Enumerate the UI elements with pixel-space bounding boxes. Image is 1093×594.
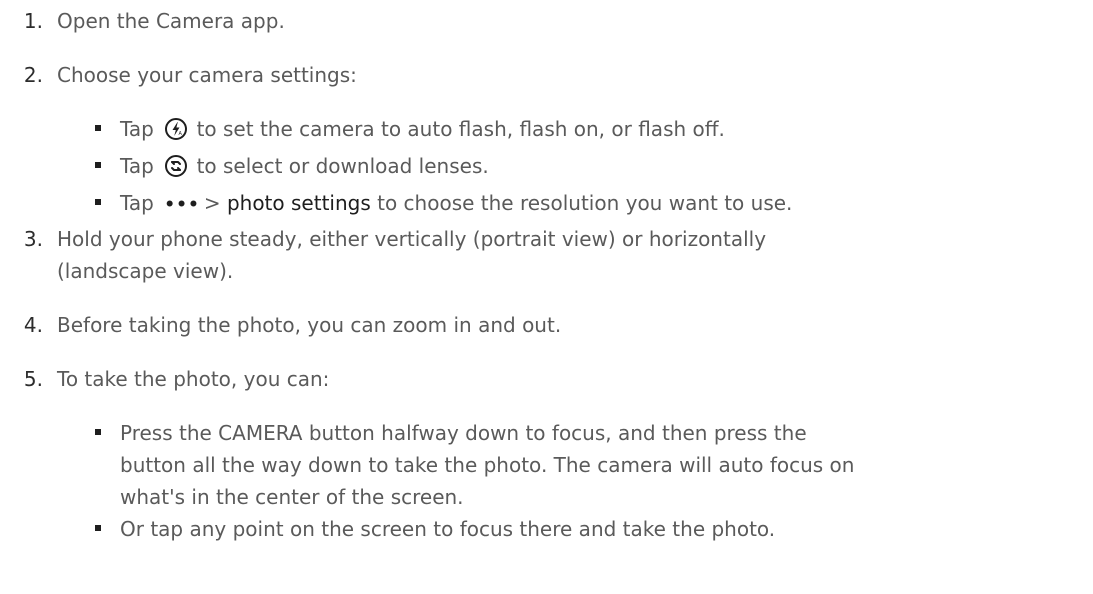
step-text: To take the photo, you can:	[57, 367, 330, 391]
sub-item-camera-button: Press the CAMERA button halfway down to …	[0, 417, 1093, 513]
step-number: 1.	[23, 9, 43, 33]
step-number: 5.	[23, 367, 43, 391]
step-text: Open the Camera app.	[57, 9, 285, 33]
step-1: 1. Open the Camera app.	[0, 5, 1093, 37]
photo-settings-label: photo settings	[226, 191, 371, 215]
bullet-icon	[95, 125, 101, 131]
step-4: 4. Before taking the photo, you can zoom…	[0, 309, 1093, 341]
step-number: 3.	[23, 227, 43, 251]
sub-item-flash: Tap A to set the camera to auto flash, f…	[0, 113, 1093, 150]
step-text-line-2: (landscape view).	[57, 259, 234, 283]
step-2-sublist: Tap A to set the camera to auto flash, f…	[0, 113, 1093, 221]
sub-item-tap-screen: Or tap any point on the screen to focus …	[0, 513, 1093, 545]
step-5-sublist: Press the CAMERA button halfway down to …	[0, 417, 1093, 545]
more-icon: •••	[164, 195, 200, 215]
step-number: 2.	[23, 63, 43, 87]
sub-item-photo-settings: Tap ••• > photo settings to choose the re…	[0, 187, 1093, 221]
step-3: 3. Hold your phone steady, either vertic…	[0, 223, 1093, 287]
svg-text:A: A	[179, 131, 183, 137]
step-text-line-1: Hold your phone steady, either verticall…	[57, 227, 767, 251]
sub-item-lenses: Tap to select or download lenses.	[0, 150, 1093, 187]
bullet-icon	[95, 162, 101, 168]
step-text: Choose your camera settings:	[57, 63, 357, 87]
step-5: 5. To take the photo, you can:	[0, 363, 1093, 395]
flash-icon: A	[164, 117, 188, 150]
bullet-icon	[95, 525, 101, 531]
step-number: 4.	[23, 313, 43, 337]
step-text: Before taking the photo, you can zoom in…	[57, 313, 562, 337]
bullet-icon	[95, 199, 101, 205]
lenses-icon	[164, 154, 188, 187]
step-2: 2. Choose your camera settings:	[0, 59, 1093, 91]
bullet-icon	[95, 429, 101, 435]
